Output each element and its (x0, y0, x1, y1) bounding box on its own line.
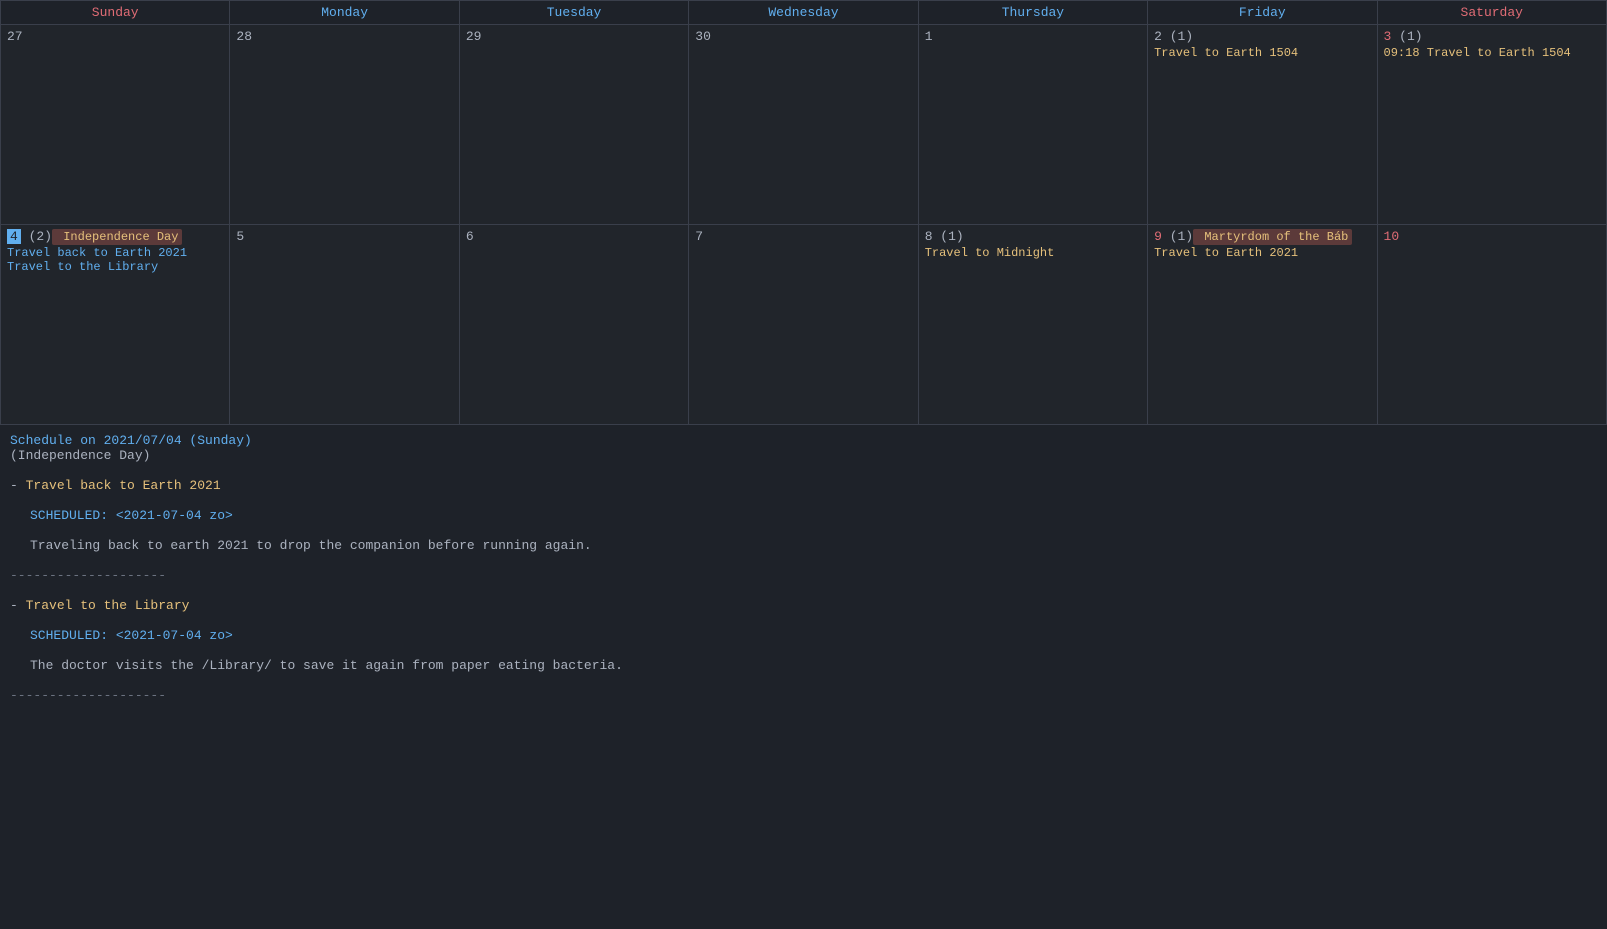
day-number: 7 (695, 229, 703, 244)
holiday-badge: Independence Day (52, 229, 182, 245)
calendar-day-7[interactable]: 7 (689, 225, 918, 425)
schedule-item-0: - Travel back to Earth 2021 SCHEDULED: <2… (10, 478, 1597, 568)
schedule-divider-1: -------------------- (10, 688, 1597, 703)
event-count: (1) (1162, 29, 1193, 44)
day-events: Travel to Midnight (925, 246, 1141, 260)
calendar-day-5[interactable]: 5 (230, 225, 459, 425)
schedule-title: Schedule on 2021/07/04 (Sunday) (10, 433, 1597, 448)
schedule-item-scheduled-1: SCHEDULED: <2021-07-04 zo> (10, 628, 1597, 643)
calendar-header-saturday: Saturday (1377, 1, 1606, 25)
day-number: 8 (925, 229, 933, 244)
day-number: 5 (236, 229, 244, 244)
day-events: 09:18 Travel to Earth 1504 (1384, 46, 1600, 60)
day-number: 29 (466, 29, 482, 44)
holiday-badge: Martyrdom of the Báb (1193, 229, 1352, 245)
calendar-day-28[interactable]: 28 (230, 25, 459, 225)
calendar-header-monday: Monday (230, 1, 459, 25)
calendar-header-tuesday: Tuesday (459, 1, 688, 25)
event-count: (1) (1162, 229, 1193, 244)
event-count: (1) (1391, 29, 1422, 44)
day-events: Travel to Earth 2021 (1154, 246, 1370, 260)
schedule-section: Schedule on 2021/07/04 (Sunday) (Indepen… (0, 425, 1607, 726)
event-item[interactable]: Travel to Earth 1504 (1154, 46, 1370, 60)
event-count: (2) (21, 229, 52, 244)
day-number: 28 (236, 29, 252, 44)
calendar-day-10[interactable]: 10 (1377, 225, 1606, 425)
event-item[interactable]: Travel to Earth 2021 (1154, 246, 1370, 260)
event-count: (1) (933, 229, 964, 244)
schedule-holiday-label: (Independence Day) (10, 448, 1597, 463)
schedule-divider-0: -------------------- (10, 568, 1597, 583)
event-item[interactable]: Travel back to Earth 2021 (7, 246, 223, 260)
calendar-header-wednesday: Wednesday (689, 1, 918, 25)
day-number: 10 (1384, 229, 1400, 244)
day-number: 1 (925, 29, 933, 44)
schedule-date: Schedule on 2021/07/04 (Sunday) (10, 433, 252, 448)
schedule-item-scheduled-0: SCHEDULED: <2021-07-04 zo> (10, 508, 1597, 523)
schedule-item-1: - Travel to the Library SCHEDULED: <2021-… (10, 598, 1597, 688)
calendar-header-thursday: Thursday (918, 1, 1147, 25)
calendar-day-27[interactable]: 27 (1, 25, 230, 225)
event-item[interactable]: Travel to the Library (7, 260, 223, 274)
day-number: 6 (466, 229, 474, 244)
calendar-header-friday: Friday (1148, 1, 1377, 25)
schedule-item-body-1: The doctor visits the /Library/ to save … (10, 658, 1597, 673)
calendar-day-2[interactable]: 2 (1) Travel to Earth 1504 (1148, 25, 1377, 225)
calendar-day-30[interactable]: 30 (689, 25, 918, 225)
day-events: Travel to Earth 1504 (1154, 46, 1370, 60)
day-number: 2 (1154, 29, 1162, 44)
event-item[interactable]: Travel to Midnight (925, 246, 1141, 260)
calendar-day-6[interactable]: 6 (459, 225, 688, 425)
event-item[interactable]: 09:18 Travel to Earth 1504 (1384, 46, 1600, 60)
calendar-day-1[interactable]: 1 (918, 25, 1147, 225)
day-events: Travel back to Earth 2021Travel to the L… (7, 246, 223, 274)
day-number: 4 (7, 229, 21, 244)
calendar-day-8[interactable]: 8 (1) Travel to Midnight (918, 225, 1147, 425)
calendar-day-29[interactable]: 29 (459, 25, 688, 225)
calendar-day-3[interactable]: 3 (1)09:18 Travel to Earth 1504 (1377, 25, 1606, 225)
schedule-item-body-0: Traveling back to earth 2021 to drop the… (10, 538, 1597, 553)
day-number: 30 (695, 29, 711, 44)
calendar-day-4[interactable]: 4 (2) Independence DayTravel back to Ear… (1, 225, 230, 425)
day-number: 9 (1154, 229, 1162, 244)
calendar-header-sunday: Sunday (1, 1, 230, 25)
calendar-day-9[interactable]: 9 (1) Martyrdom of the BábTravel to Eart… (1148, 225, 1377, 425)
day-number: 27 (7, 29, 23, 44)
schedule-item-title-1: - Travel to the Library (10, 598, 1597, 613)
schedule-item-title-0: - Travel back to Earth 2021 (10, 478, 1597, 493)
calendar-table: SundayMondayTuesdayWednesdayThursdayFrid… (0, 0, 1607, 425)
